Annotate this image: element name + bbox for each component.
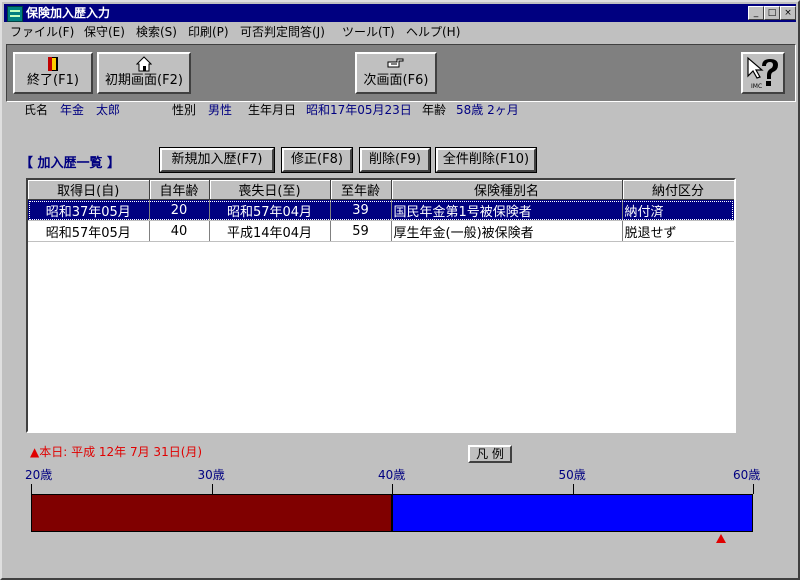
home-label: 初期画面(F2) bbox=[105, 73, 183, 88]
col-start-date[interactable]: 取得日(自) bbox=[28, 180, 150, 200]
table-header-row: 取得日(自) 自年齢 喪失日(至) 至年齢 保険種別名 納付区分 bbox=[28, 180, 734, 200]
today-date: ▲本日: 平成 12年 7月 31日(月) bbox=[30, 445, 203, 459]
patient-info: 氏名 年金 太郎 性別 男性 生年月日 昭和17年05月23日 年齢 58歳 2… bbox=[16, 102, 786, 120]
delete-button[interactable]: 削除(F9) bbox=[359, 147, 431, 173]
timeline-tick bbox=[392, 484, 393, 494]
menu-print[interactable]: 印刷(P) bbox=[188, 25, 229, 40]
app-icon bbox=[7, 6, 23, 22]
cell-start-age: 40 bbox=[149, 220, 210, 242]
window-title: 保険加入歴入力 bbox=[26, 6, 111, 20]
imc-text: IMC bbox=[751, 83, 762, 90]
sex-value: 男性 bbox=[208, 103, 233, 117]
timeline-tick bbox=[31, 484, 32, 494]
delete-all-button[interactable]: 全件削除(F10) bbox=[435, 147, 537, 173]
menu-maintenance[interactable]: 保守(E) bbox=[84, 25, 125, 40]
new-history-button[interactable]: 新規加入歴(F7) bbox=[159, 147, 275, 173]
cell-insurance-type: 国民年金第1号被保険者 bbox=[391, 199, 623, 221]
cell-start-age: 20 bbox=[149, 199, 210, 221]
timeline-tick-label: 20歳 bbox=[25, 468, 53, 482]
toolbar: 終了(F1) 初期画面(F2) 次画面(F6) IMC bbox=[6, 44, 796, 102]
home-button[interactable]: 初期画面(F2) bbox=[97, 52, 191, 94]
exit-label: 終了(F1) bbox=[27, 73, 79, 88]
menu-help[interactable]: ヘルプ(H) bbox=[406, 25, 460, 40]
timeline-tick bbox=[212, 484, 213, 494]
menu-judgement[interactable]: 可否判定問答(J) bbox=[240, 25, 325, 40]
cell-payment-type: 納付済 bbox=[622, 199, 734, 221]
timeline-tick-label: 40歳 bbox=[378, 468, 406, 482]
next-screen-label: 次画面(F6) bbox=[363, 73, 429, 88]
exit-button[interactable]: 終了(F1) bbox=[13, 52, 93, 94]
current-age-marker bbox=[716, 534, 726, 543]
timeline-segment bbox=[392, 494, 753, 532]
history-table[interactable]: 取得日(自) 自年齢 喪失日(至) 至年齢 保険種別名 納付区分 昭和37年05… bbox=[26, 178, 736, 433]
timeline-segment bbox=[31, 494, 392, 532]
cell-start-date: 昭和37年05月 bbox=[28, 199, 150, 221]
birth-label: 生年月日 bbox=[248, 103, 297, 117]
cell-payment-type: 脱退せず bbox=[622, 220, 734, 242]
app-window: 保険加入歴入力 _ □ × ファイル(F) 保守(E) 検索(S) 印刷(P) … bbox=[0, 0, 800, 580]
door-exit-icon bbox=[48, 57, 58, 71]
age-value: 58歳 2ヶ月 bbox=[456, 103, 519, 117]
pointing-hand-icon bbox=[387, 58, 404, 68]
cell-insurance-type: 厚生年金(一般)被保険者 bbox=[391, 220, 623, 242]
title-bar: 保険加入歴入力 _ □ × bbox=[4, 4, 796, 22]
menu-bar: ファイル(F) 保守(E) 検索(S) 印刷(P) 可否判定問答(J) ツール(… bbox=[4, 23, 796, 42]
house-icon bbox=[136, 56, 152, 72]
col-end-age[interactable]: 至年齢 bbox=[330, 180, 392, 200]
sex-label: 性別 bbox=[172, 103, 197, 117]
cell-end-age: 39 bbox=[330, 199, 392, 221]
birth-value: 昭和17年05月23日 bbox=[306, 103, 412, 117]
menu-file[interactable]: ファイル(F) bbox=[10, 25, 74, 40]
next-screen-button[interactable]: 次画面(F6) bbox=[355, 52, 437, 94]
timeline-tick-label: 50歳 bbox=[558, 468, 586, 482]
timeline-tick bbox=[753, 484, 754, 494]
timeline-tick-label: 60歳 bbox=[733, 468, 761, 482]
name-label: 氏名 bbox=[24, 103, 49, 117]
cell-start-date: 昭和57年05月 bbox=[28, 220, 150, 242]
timeline-tick-label: 30歳 bbox=[197, 468, 225, 482]
edit-button[interactable]: 修正(F8) bbox=[281, 147, 353, 173]
menu-search[interactable]: 検索(S) bbox=[136, 25, 177, 40]
cell-end-date: 平成14年04月 bbox=[209, 220, 331, 242]
age-label: 年齢 bbox=[422, 103, 447, 117]
table-row[interactable]: 昭和37年05月 20 昭和57年04月 39 国民年金第1号被保険者 納付済 bbox=[28, 199, 734, 221]
legend-button[interactable]: 凡 例 bbox=[468, 445, 512, 463]
timeline-tick bbox=[573, 484, 574, 494]
table-row[interactable]: 昭和57年05月 40 平成14年04月 59 厚生年金(一般)被保険者 脱退せ… bbox=[28, 220, 734, 242]
col-insurance-type[interactable]: 保険種別名 bbox=[391, 180, 623, 200]
minimize-button[interactable]: _ bbox=[748, 6, 764, 20]
menu-tools[interactable]: ツール(T) bbox=[342, 25, 395, 40]
help-cursor-icon: IMC bbox=[747, 56, 778, 90]
col-start-age[interactable]: 自年齢 bbox=[149, 180, 210, 200]
col-payment-type[interactable]: 納付区分 bbox=[622, 180, 734, 200]
name-value: 年金 太郎 bbox=[60, 103, 121, 117]
close-button[interactable]: × bbox=[780, 6, 796, 20]
cell-end-date: 昭和57年04月 bbox=[209, 199, 331, 221]
cell-end-age: 59 bbox=[330, 220, 392, 242]
history-section-title: 【 加入歴一覧 】 bbox=[20, 156, 121, 171]
maximize-button[interactable]: □ bbox=[764, 6, 780, 20]
col-end-date[interactable]: 喪失日(至) bbox=[209, 180, 331, 200]
context-help-button[interactable]: IMC bbox=[741, 52, 785, 94]
